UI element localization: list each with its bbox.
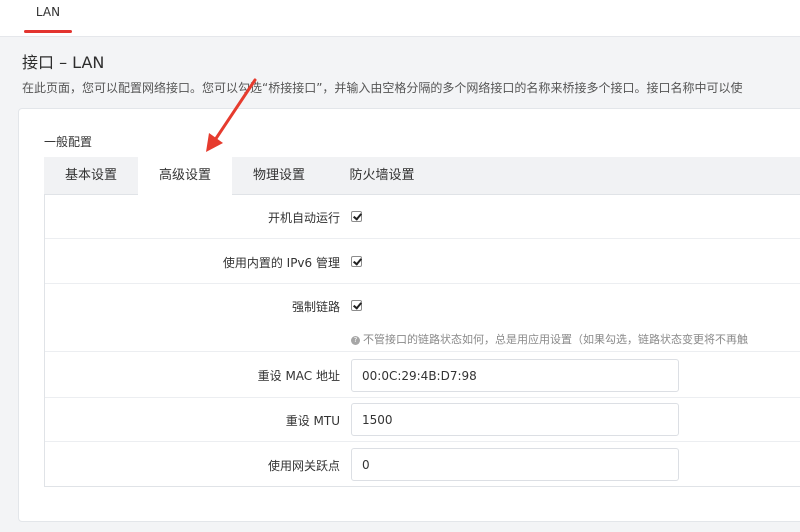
mtu-input[interactable] — [351, 403, 679, 436]
force-link-help: ? 不管接口的链路状态如何，总是用应用设置（如果勾选，链路状态变更将不再触 — [351, 331, 748, 347]
section-title: 一般配置 — [44, 135, 93, 149]
force-link-label: 强制链路 — [291, 300, 340, 314]
tab-physical-settings[interactable]: 物理设置 — [232, 157, 326, 195]
row-mac: 重设 MAC 地址 — [45, 352, 800, 398]
metric-input[interactable] — [351, 448, 679, 481]
tab-basic-settings[interactable]: 基本设置 — [44, 157, 138, 195]
ipv6-label: 使用内置的 IPv6 管理 — [222, 256, 340, 270]
mac-label: 重设 MAC 地址 — [257, 369, 340, 383]
mtu-label: 重设 MTU — [285, 414, 340, 428]
autostart-label: 开机自动运行 — [267, 211, 340, 225]
tab-firewall-settings[interactable]: 防火墙设置 — [326, 157, 438, 195]
row-metric: 使用网关跃点 — [45, 442, 800, 487]
mac-input[interactable] — [351, 359, 679, 392]
top-tab-bar: LAN — [0, 0, 800, 37]
row-mtu: 重设 MTU — [45, 398, 800, 442]
ipv6-checkbox[interactable] — [351, 256, 362, 267]
force-link-help-text: 不管接口的链路状态如何，总是用应用设置（如果勾选，链路状态变更将不再触 — [363, 333, 748, 346]
row-force-link: 强制链路 ? 不管接口的链路状态如何，总是用应用设置（如果勾选，链路状态变更将不再… — [45, 284, 800, 352]
help-icon: ? — [351, 336, 360, 345]
metric-label: 使用网关跃点 — [267, 459, 340, 473]
force-link-checkbox[interactable] — [351, 300, 362, 311]
autostart-checkbox[interactable] — [351, 211, 362, 222]
row-ipv6: 使用内置的 IPv6 管理 — [45, 239, 800, 284]
tab-advanced-settings[interactable]: 高级设置 — [138, 157, 232, 195]
page-description: 在此页面，您可以配置网络接口。您可以勾选“桥接接口”，并输入由空格分隔的多个网络… — [22, 81, 743, 95]
settings-tabs: 基本设置 高级设置 物理设置 防火墙设置 — [44, 157, 800, 195]
page-title: 接口 – LAN — [22, 53, 105, 72]
active-tab-indicator — [24, 30, 72, 33]
row-autostart: 开机自动运行 — [45, 195, 800, 239]
